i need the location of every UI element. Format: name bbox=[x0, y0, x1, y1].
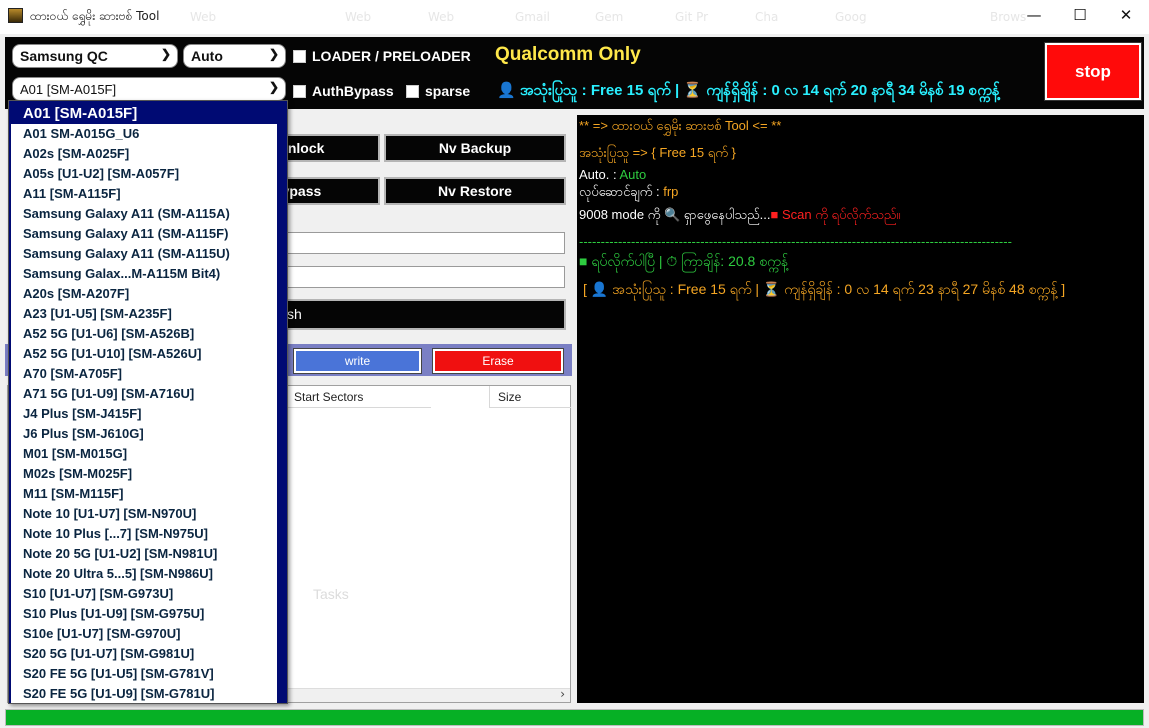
stop-button[interactable]: stop bbox=[1044, 42, 1142, 101]
path-field-2[interactable] bbox=[285, 266, 565, 288]
console-line: ** => ထားဝယ် ရွှေမိုး ဆားဗစ် Tool <= ** bbox=[579, 118, 782, 133]
column-header-size[interactable]: Size bbox=[489, 386, 571, 408]
minimize-button[interactable]: — bbox=[1011, 0, 1057, 30]
brand-select[interactable]: Samsung QC ❯ bbox=[12, 44, 178, 68]
dropdown-option[interactable]: S10 Plus [U1-U9] [SM-G975U] bbox=[11, 604, 277, 624]
ghost-tab: Cha bbox=[755, 10, 779, 24]
dropdown-option[interactable]: J6 Plus [SM-J610G] bbox=[11, 424, 277, 444]
checkbox-icon bbox=[293, 84, 306, 98]
authbypass-label: AuthBypass bbox=[312, 83, 394, 99]
log-console: ** => ထားဝယ် ရွှေမိုး ဆားဗစ် Tool <= ** အ… bbox=[577, 115, 1144, 703]
checkbox-icon bbox=[293, 49, 306, 63]
chevron-down-icon: ❯ bbox=[268, 80, 279, 94]
checkbox-icon bbox=[406, 84, 419, 98]
console-line: ----------------------------------------… bbox=[579, 234, 1012, 249]
dropdown-option[interactable]: A23 [U1-U5] [SM-A235F] bbox=[11, 304, 277, 324]
erase-button[interactable]: Erase bbox=[432, 348, 564, 374]
dropdown-option[interactable]: Note 10 [U1-U7] [SM-N970U] bbox=[11, 504, 277, 524]
dropdown-option[interactable]: M11 [SM-M115F] bbox=[11, 484, 277, 504]
write-button[interactable]: write bbox=[293, 348, 422, 374]
window-title: ထားဝယ် ရွှေမိုး ဆားဗစ် Tool bbox=[30, 9, 160, 23]
dropdown-option[interactable]: Note 10 Plus [...7] [SM-N975U] bbox=[11, 524, 277, 544]
dropdown-option[interactable]: S10e [U1-U7] [SM-G970U] bbox=[11, 624, 277, 644]
ghost-text: Tasks bbox=[313, 586, 349, 602]
loader-label: LOADER / PRELOADER bbox=[312, 48, 471, 64]
dropdown-option[interactable]: Note 20 5G [U1-U2] [SM-N981U] bbox=[11, 544, 277, 564]
dropdown-option[interactable]: S20 FE 5G [U1-U5] [SM-G781V] bbox=[11, 664, 277, 684]
scroll-right-icon[interactable]: › bbox=[560, 687, 565, 701]
model-select[interactable]: A01 [SM-A015F] ❯ bbox=[12, 77, 286, 101]
authbypass-checkbox[interactable]: AuthBypass bbox=[293, 83, 394, 99]
mode-select[interactable]: Auto ❯ bbox=[183, 44, 286, 68]
column-header-start-sectors[interactable]: Start Sectors bbox=[285, 386, 431, 408]
dropdown-option[interactable]: A11 [SM-A115F] bbox=[11, 184, 277, 204]
dropdown-option[interactable]: A01 SM-A015G_U6 bbox=[11, 124, 277, 144]
console-line: လုပ်ဆောင်ချက် : frp bbox=[579, 184, 678, 203]
dropdown-option[interactable]: A52 5G [U1-U10] [SM-A526U] bbox=[11, 344, 277, 364]
path-field-1[interactable] bbox=[285, 232, 565, 254]
dropdown-option[interactable]: Samsung Galaxy A11 (SM-A115U) bbox=[11, 244, 277, 264]
sparse-label: sparse bbox=[425, 83, 471, 99]
console-line: 9008 mode ကို 🔍 ရှာဖွေနေပါသည်...■ Scan က… bbox=[579, 207, 900, 226]
title-bar: ထားဝယ် ရွှေမိုး ဆားဗစ် Tool Web Web Web … bbox=[0, 0, 1149, 34]
mode-select-value: Auto bbox=[191, 48, 223, 64]
dropdown-option[interactable]: A20s [SM-A207F] bbox=[11, 284, 277, 304]
dropdown-option[interactable]: M02s [SM-M025F] bbox=[11, 464, 277, 484]
ghost-tab: Web bbox=[190, 10, 217, 24]
dropdown-option[interactable]: Note 20 Ultra 5...5] [SM-N986U] bbox=[11, 564, 277, 584]
close-button[interactable]: ✕ bbox=[1103, 0, 1149, 30]
model-dropdown-list: A01 [SM-A015F] A01 SM-A015G_U6 A02s [SM-A0… bbox=[11, 104, 277, 703]
console-label: Auto. : bbox=[579, 167, 620, 182]
app-icon bbox=[8, 8, 23, 23]
dropdown-option[interactable]: A70 [SM-A705F] bbox=[11, 364, 277, 384]
dropdown-option[interactable]: Samsung Galaxy A11 (SM-A115A) bbox=[11, 204, 277, 224]
chevron-down-icon: ❯ bbox=[160, 47, 171, 61]
loader-checkbox[interactable]: LOADER / PRELOADER bbox=[293, 48, 471, 64]
top-toolbar: Samsung QC ❯ Auto ❯ LOADER / PRELOADER Q… bbox=[5, 37, 1144, 109]
progress-bar bbox=[5, 709, 1144, 726]
console-line: Auto. : Auto bbox=[579, 167, 646, 182]
dropdown-option[interactable]: S20 FE 5G [U1-U9] [SM-G781U] bbox=[11, 684, 277, 703]
dropdown-option[interactable]: M01 [SM-M015G] bbox=[11, 444, 277, 464]
dropdown-option[interactable]: S20 5G [U1-U7] [SM-G981U] bbox=[11, 644, 277, 664]
ghost-tab: Web bbox=[345, 10, 372, 24]
console-label: လုပ်ဆောင်ချက် : bbox=[579, 184, 664, 199]
dropdown-option[interactable]: Samsung Galax...M-A115M Bit4) bbox=[11, 264, 277, 284]
console-line: အသုံးပြုသူ => { Free 15 ရက် } bbox=[579, 145, 736, 160]
dropdown-option[interactable]: S10 [U1-U7] [SM-G973U] bbox=[11, 584, 277, 604]
dropdown-option[interactable]: J4 Plus [SM-J415F] bbox=[11, 404, 277, 424]
console-value: frp bbox=[663, 184, 679, 199]
sparse-checkbox[interactable]: sparse bbox=[406, 83, 470, 99]
ghost-tab: Gmail bbox=[515, 10, 551, 24]
dropdown-option[interactable]: A71 5G [U1-U9] [SM-A716U] bbox=[11, 384, 277, 404]
ghost-tab: Gem bbox=[595, 10, 624, 24]
dropdown-option[interactable]: A05s [U1-U2] [SM-A057F] bbox=[11, 164, 277, 184]
model-dropdown[interactable]: A01 [SM-A015F] A01 SM-A015G_U6 A02s [SM-A0… bbox=[8, 100, 288, 704]
maximize-button[interactable]: ☐ bbox=[1057, 0, 1103, 30]
console-label: 9008 mode ကို 🔍 ရှာဖွေနေပါသည်... bbox=[579, 207, 771, 222]
ghost-tab: Goog bbox=[835, 10, 867, 24]
chevron-down-icon: ❯ bbox=[268, 47, 279, 61]
license-status: 👤 အသုံးပြုသူ : Free 15 ရက် | ⏳ ကျန်ရှိချ… bbox=[497, 82, 1000, 99]
brand-select-value: Samsung QC bbox=[20, 48, 108, 64]
console-line: [ 👤 အသုံးပြုသူ : Free 15 ရက် | ⏳ ကျန်ရှိ… bbox=[583, 281, 1066, 297]
dropdown-option[interactable]: A02s [SM-A025F] bbox=[11, 144, 277, 164]
console-value: ■ Scan ကို ရပ်လိုက်သည်။ bbox=[770, 207, 901, 222]
nv-restore-button[interactable]: Nv Restore bbox=[384, 177, 566, 205]
console-line: ■ ရပ်လိုက်ပါပြီ | ⏱ ကြာချိန်: 20.8 စက္ကန… bbox=[579, 253, 789, 269]
nv-backup-button[interactable]: Nv Backup bbox=[384, 134, 566, 162]
progress-fill bbox=[6, 710, 1143, 725]
console-value: Auto bbox=[619, 167, 647, 182]
model-select-value: A01 [SM-A015F] bbox=[20, 82, 117, 97]
app-window: ထားဝယ် ရွှေမိုး ဆားဗစ် Tool Web Web Web … bbox=[0, 0, 1149, 728]
dropdown-option[interactable]: A01 [SM-A015F] bbox=[11, 104, 277, 124]
qualcomm-only-label: Qualcomm Only bbox=[495, 44, 641, 65]
dropdown-option[interactable]: A52 5G [U1-U6] [SM-A526B] bbox=[11, 324, 277, 344]
ghost-tab: Web bbox=[428, 10, 455, 24]
dropdown-option[interactable]: Samsung Galaxy A11 (SM-A115F) bbox=[11, 224, 277, 244]
ghost-tab: Git Pr bbox=[675, 10, 709, 24]
